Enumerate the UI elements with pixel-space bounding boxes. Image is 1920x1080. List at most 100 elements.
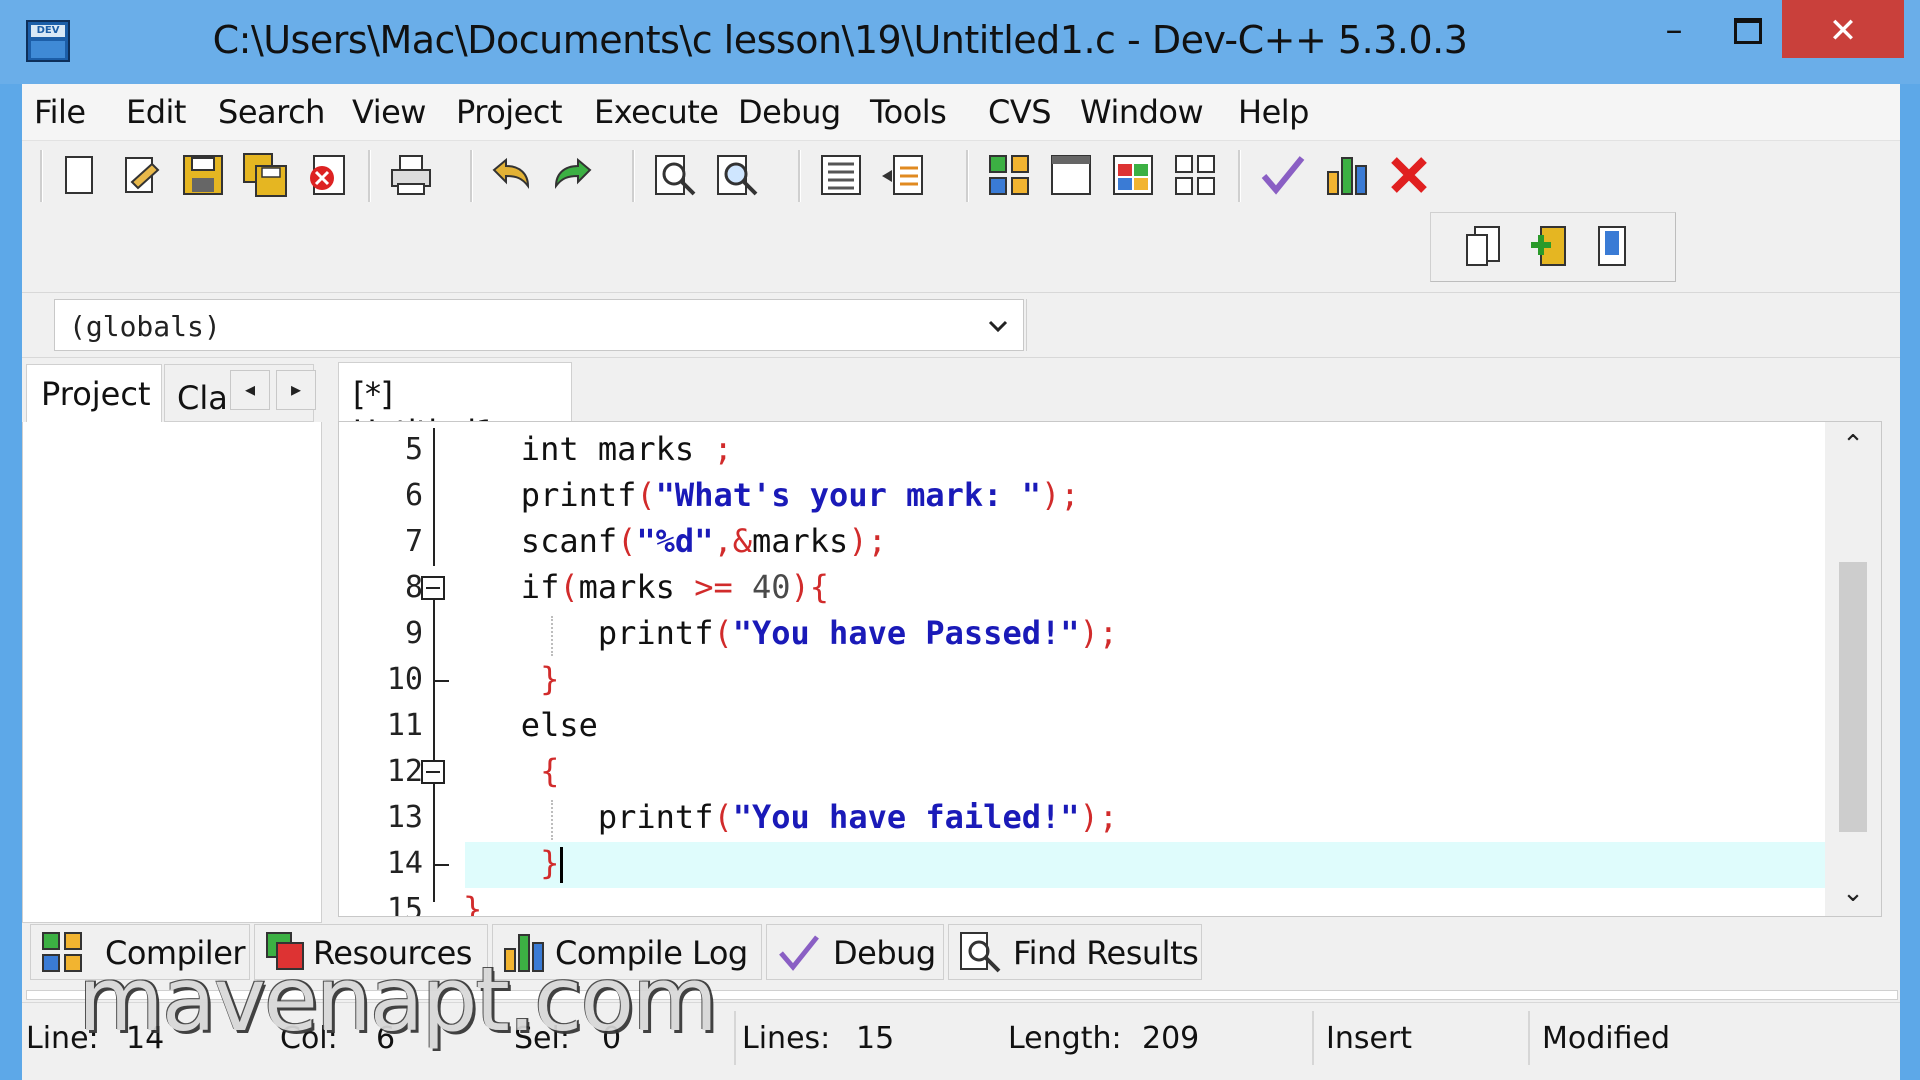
- menu-project[interactable]: Project: [456, 93, 562, 131]
- project-toolbar: [1430, 212, 1676, 282]
- scope-dropdown[interactable]: (globals): [54, 299, 1024, 351]
- line-number: 13: [386, 800, 423, 835]
- code-text: printf("What's your mark: ");: [463, 476, 1080, 514]
- new-file-icon[interactable]: [56, 152, 102, 198]
- code-line: 14 }: [339, 842, 1825, 888]
- compiler-icon: [42, 932, 82, 972]
- watermark: mavenapt.com: [78, 948, 718, 1051]
- line-number: 9: [404, 616, 423, 651]
- scrollbar-thumb[interactable]: [1839, 562, 1867, 832]
- menu-view[interactable]: View: [352, 93, 426, 131]
- line-number: 6: [404, 478, 423, 513]
- project-tree[interactable]: [22, 422, 322, 923]
- close-file-icon[interactable]: [304, 152, 350, 198]
- find-icon[interactable]: [652, 152, 698, 198]
- class-browser-bar: (globals): [22, 292, 1900, 358]
- open-file-icon[interactable]: [118, 152, 164, 198]
- line-number: 8: [404, 570, 423, 605]
- scroll-down-icon[interactable]: ⌄: [1825, 870, 1881, 916]
- rebuild-icon[interactable]: [1172, 152, 1218, 198]
- line-number: 7: [404, 524, 423, 559]
- close-icon: ✕: [1828, 11, 1858, 51]
- scroll-up-icon[interactable]: ⌃: [1825, 422, 1881, 468]
- left-panel: Project Cla ◂ ▸: [22, 360, 324, 923]
- maximize-icon: [1734, 18, 1762, 44]
- tab-scroll-left-icon[interactable]: ◂: [230, 370, 270, 410]
- code-text: }: [540, 660, 560, 698]
- undo-icon[interactable]: [488, 152, 534, 198]
- fold-toggle-icon[interactable]: [421, 576, 445, 600]
- run-icon[interactable]: [1048, 152, 1094, 198]
- indent-icon[interactable]: [818, 152, 864, 198]
- editor-scrollbar[interactable]: ⌃ ⌄: [1825, 422, 1881, 916]
- main-toolbar: [22, 142, 1900, 208]
- redo-icon[interactable]: [550, 152, 596, 198]
- code-line: 5 int marks ;: [339, 428, 1825, 474]
- tab-scroll-right-icon[interactable]: ▸: [276, 370, 316, 410]
- code-editor[interactable]: 5 int marks ; 6 printf("What's your mark…: [338, 421, 1882, 917]
- abort-icon[interactable]: [1386, 152, 1432, 198]
- compile-icon[interactable]: [986, 152, 1032, 198]
- status-lines-label: Lines:: [742, 1021, 831, 1056]
- line-number: 12: [386, 754, 423, 789]
- compile-run-icon[interactable]: [1110, 152, 1156, 198]
- menu-window[interactable]: Window: [1080, 93, 1204, 131]
- code-line: 7 scanf("%d",&marks);: [339, 520, 1825, 566]
- tab-untitled1[interactable]: [*] Untitled1.c: [338, 362, 572, 451]
- save-icon[interactable]: [180, 152, 226, 198]
- fold-toggle-icon[interactable]: [421, 760, 445, 784]
- members-dropdown[interactable]: [1026, 299, 1895, 351]
- line-number: 15: [386, 892, 423, 917]
- client-area: File Edit Search View Project Execute De…: [22, 84, 1900, 1080]
- menu-search[interactable]: Search: [218, 93, 325, 131]
- print-icon[interactable]: [388, 152, 434, 198]
- menu-execute[interactable]: Execute: [594, 93, 719, 131]
- syntax-check-icon[interactable]: [1260, 152, 1306, 198]
- code-text: }: [463, 890, 483, 917]
- status-length-value: 209: [1142, 1021, 1200, 1056]
- debug-check-icon: [779, 935, 819, 971]
- code-text: int marks ;: [463, 430, 733, 468]
- window-title: C:\Users\Mac\Documents\c lesson\19\Untit…: [212, 18, 1468, 62]
- new-project-icon[interactable]: [1461, 223, 1507, 269]
- scope-value: (globals): [69, 310, 221, 343]
- code-text: printf("You have failed!");: [463, 798, 1119, 836]
- save-all-icon[interactable]: [242, 152, 288, 198]
- menu-tools[interactable]: Tools: [870, 93, 947, 131]
- unindent-icon[interactable]: [880, 152, 926, 198]
- code-text: scanf("%d",&marks);: [463, 522, 887, 560]
- add-to-project-icon[interactable]: [1525, 223, 1571, 269]
- line-number: 10: [386, 662, 423, 697]
- code-line: 9 printf("You have Passed!");: [339, 612, 1825, 658]
- menu-cvs[interactable]: CVS: [988, 93, 1052, 131]
- status-length-label: Length:: [1008, 1021, 1122, 1056]
- find-results-icon: [960, 932, 1001, 973]
- line-number: 5: [404, 432, 423, 467]
- line-number: 14: [386, 846, 423, 881]
- remove-from-project-icon[interactable]: [1589, 223, 1635, 269]
- status-lines-value: 15: [856, 1021, 895, 1056]
- minimize-button[interactable]: –: [1646, 0, 1702, 58]
- devcpp-window: DEV C:\Users\Mac\Documents\c lesson\19\U…: [0, 0, 1920, 1080]
- code-line: 13 printf("You have failed!");: [339, 796, 1825, 842]
- menu-edit[interactable]: Edit: [126, 93, 186, 131]
- chevron-down-icon: [988, 320, 1008, 333]
- menu-bar: File Edit Search View Project Execute De…: [22, 84, 1900, 141]
- tab-find-results[interactable]: Find Results: [948, 924, 1202, 980]
- maximize-button[interactable]: [1714, 0, 1778, 58]
- menu-file[interactable]: File: [34, 93, 86, 131]
- tab-debug[interactable]: Debug: [766, 924, 944, 980]
- text-caret: [560, 847, 564, 883]
- code-line: 15 }: [339, 888, 1825, 917]
- menu-debug[interactable]: Debug: [738, 93, 841, 131]
- replace-icon[interactable]: [714, 152, 760, 198]
- code-line: 12 {: [339, 750, 1825, 796]
- tab-project[interactable]: Project: [26, 364, 162, 422]
- close-button[interactable]: ✕: [1782, 0, 1904, 58]
- title-bar[interactable]: DEV C:\Users\Mac\Documents\c lesson\19\U…: [0, 0, 1920, 84]
- profile-icon[interactable]: [1324, 152, 1370, 198]
- menu-help[interactable]: Help: [1238, 93, 1309, 131]
- code-line: 8 if(marks >= 40){: [339, 566, 1825, 612]
- code-text: if(marks >= 40){: [463, 568, 830, 606]
- code-text: else: [463, 706, 598, 744]
